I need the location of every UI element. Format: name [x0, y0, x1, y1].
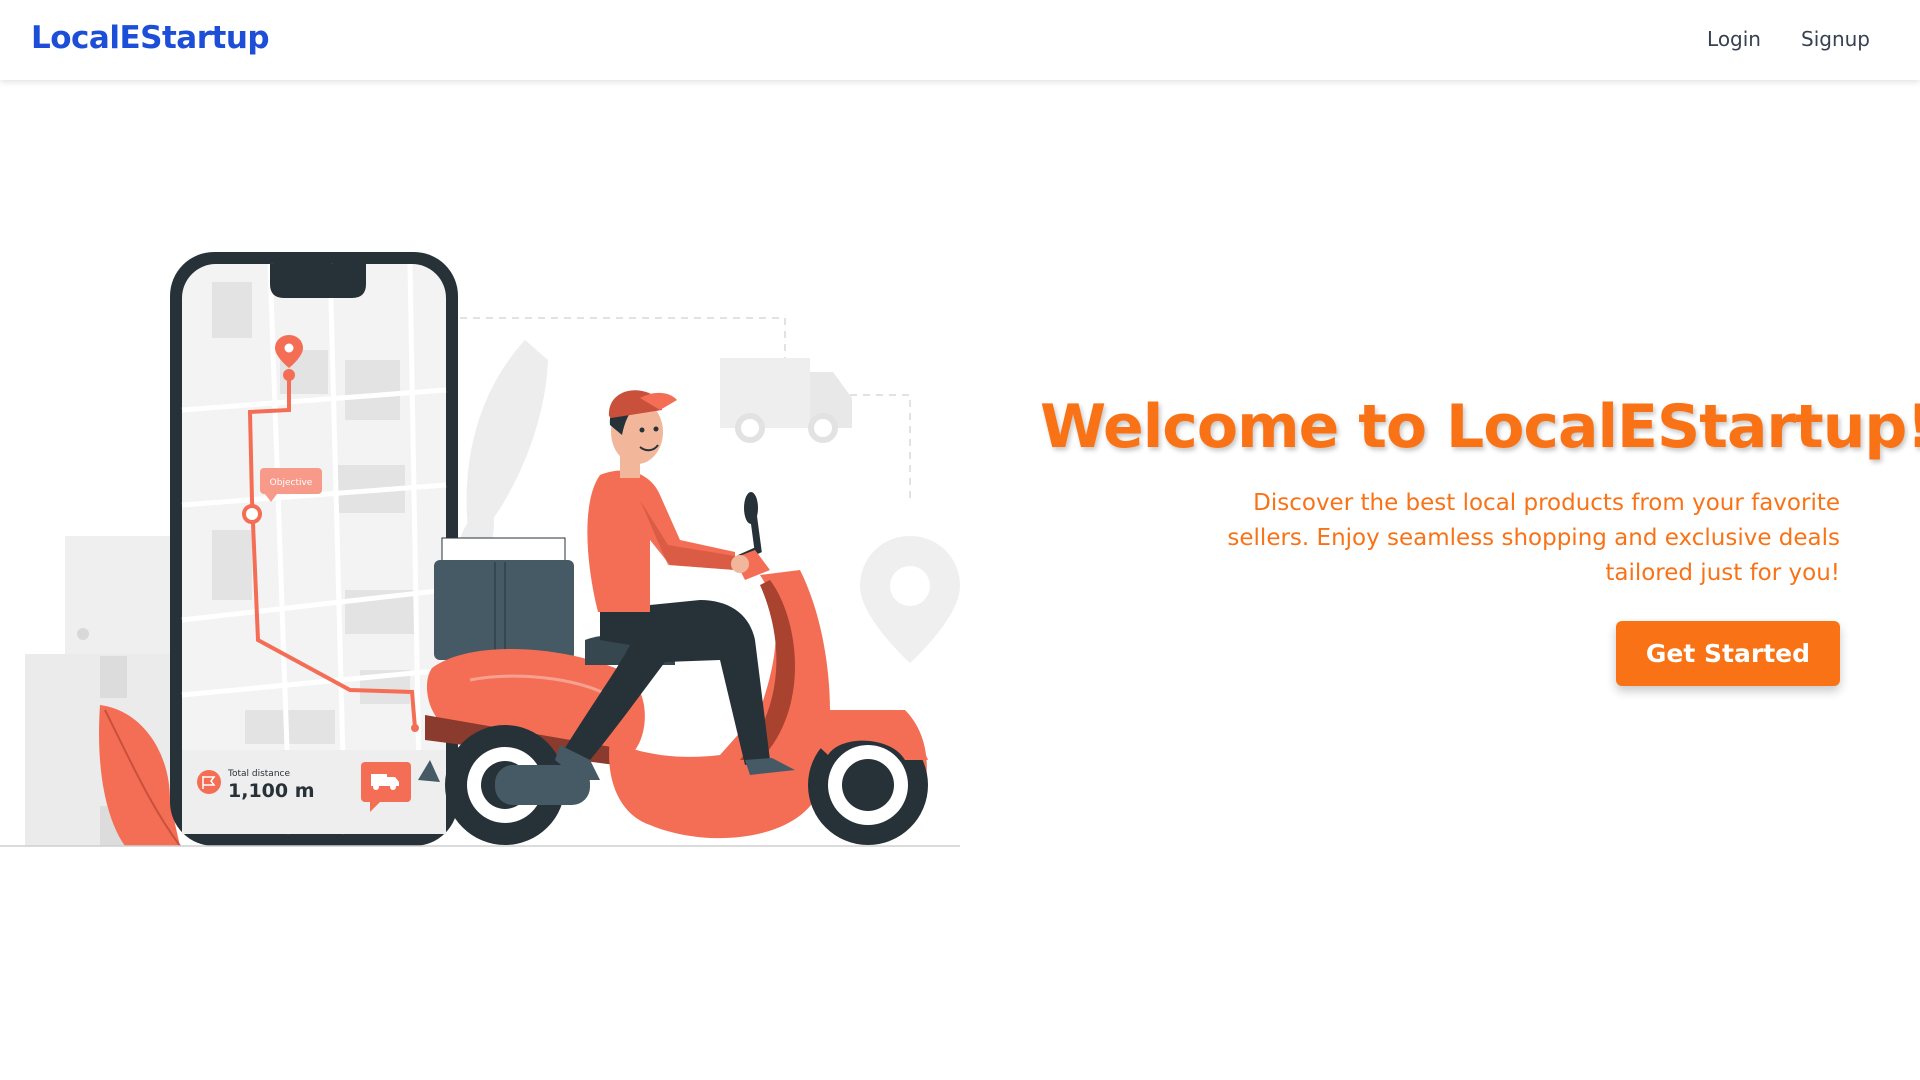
delivery-scooter-svg: Objective Total distance 1,100 m	[0, 252, 960, 847]
distance-caption: Total distance	[227, 769, 290, 779]
delivery-rider	[555, 390, 795, 780]
nav-links: Login Signup	[1707, 27, 1870, 51]
hero-subtitle: Discover the best local products from yo…	[1227, 490, 1840, 586]
flag-icon	[197, 770, 221, 794]
hero-section: Welcome to LocalEStartup! Discover the b…	[1040, 392, 1920, 686]
brand-logo[interactable]: LocalEStartup	[31, 20, 270, 56]
background-truck-icon	[720, 358, 852, 443]
phone-mockup: Objective Total distance 1,100 m	[170, 252, 458, 846]
objective-tag-label: Objective	[270, 478, 313, 488]
delivery-illustration: Objective Total distance 1,100 m	[0, 240, 960, 850]
get-started-button[interactable]: Get Started	[1615, 621, 1840, 686]
hero-title: Welcome to LocalEStartup!	[1040, 392, 1920, 462]
location-pin-icon	[860, 536, 960, 663]
login-link[interactable]: Login	[1707, 27, 1761, 51]
signup-link[interactable]: Signup	[1801, 27, 1870, 51]
distance-value: 1,100 m	[228, 780, 315, 802]
navbar: LocalEStartup Login Signup	[0, 0, 1920, 80]
